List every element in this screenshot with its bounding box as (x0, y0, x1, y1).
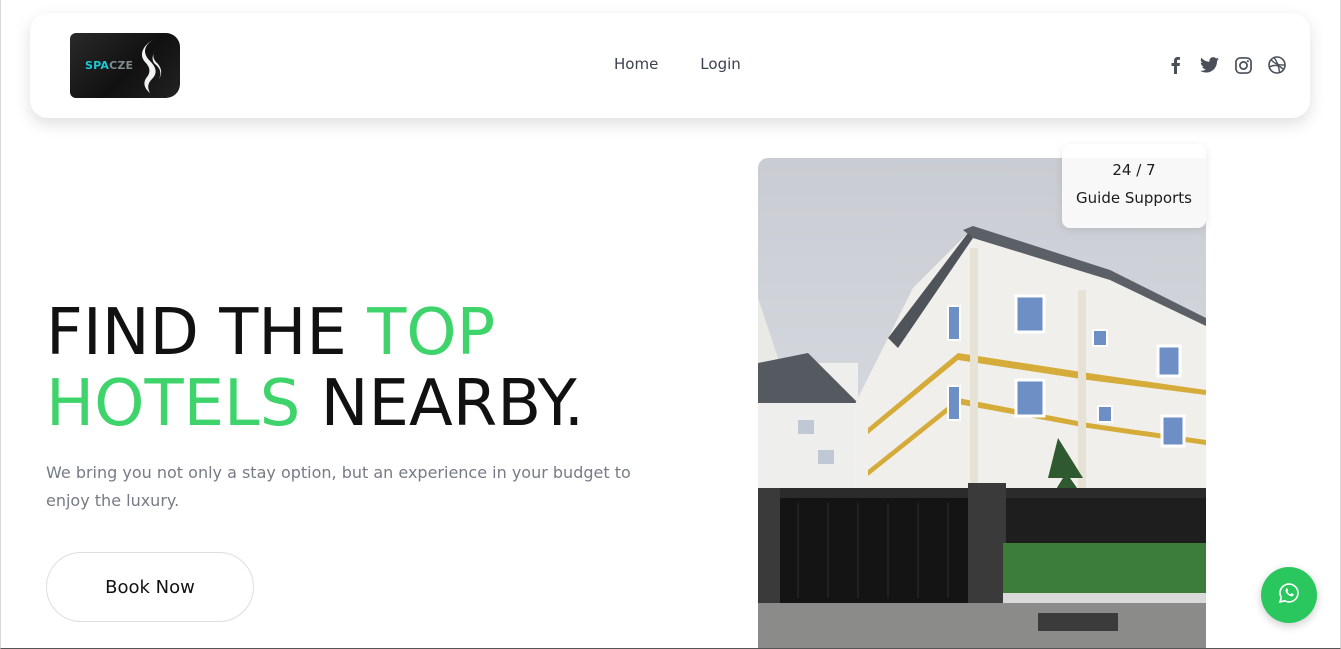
stylized-s-icon (136, 37, 168, 98)
logo-text: SPACZE (85, 59, 134, 72)
hotel-photo (758, 158, 1206, 648)
main-nav: Home Login (614, 55, 741, 77)
nav-home-link[interactable]: Home (614, 55, 658, 77)
book-now-button[interactable]: Book Now (46, 552, 254, 622)
whatsapp-icon (1278, 582, 1300, 608)
support-label: Guide Supports (1076, 189, 1192, 207)
support-hours: 24 / 7 (1112, 161, 1156, 179)
social-links (1164, 53, 1288, 77)
hero-subtitle: We bring you not only a stay option, but… (46, 463, 631, 510)
twitter-icon[interactable] (1198, 53, 1220, 77)
brand-logo[interactable]: SPACZE (70, 33, 180, 98)
dribbble-icon[interactable] (1266, 53, 1288, 77)
facebook-icon[interactable] (1164, 53, 1186, 77)
nav-login-link[interactable]: Login (700, 55, 740, 77)
instagram-icon[interactable] (1232, 53, 1254, 77)
whatsapp-button[interactable] (1261, 567, 1317, 623)
hero-title: FIND THE TOP HOTELS NEARBY. (46, 296, 585, 441)
support-card: 24 / 7 Guide Supports (1062, 144, 1206, 228)
page: SPACZE Home Login FIND THE TOP HOTELS NE… (0, 0, 1341, 649)
site-header: SPACZE Home Login (30, 13, 1310, 118)
